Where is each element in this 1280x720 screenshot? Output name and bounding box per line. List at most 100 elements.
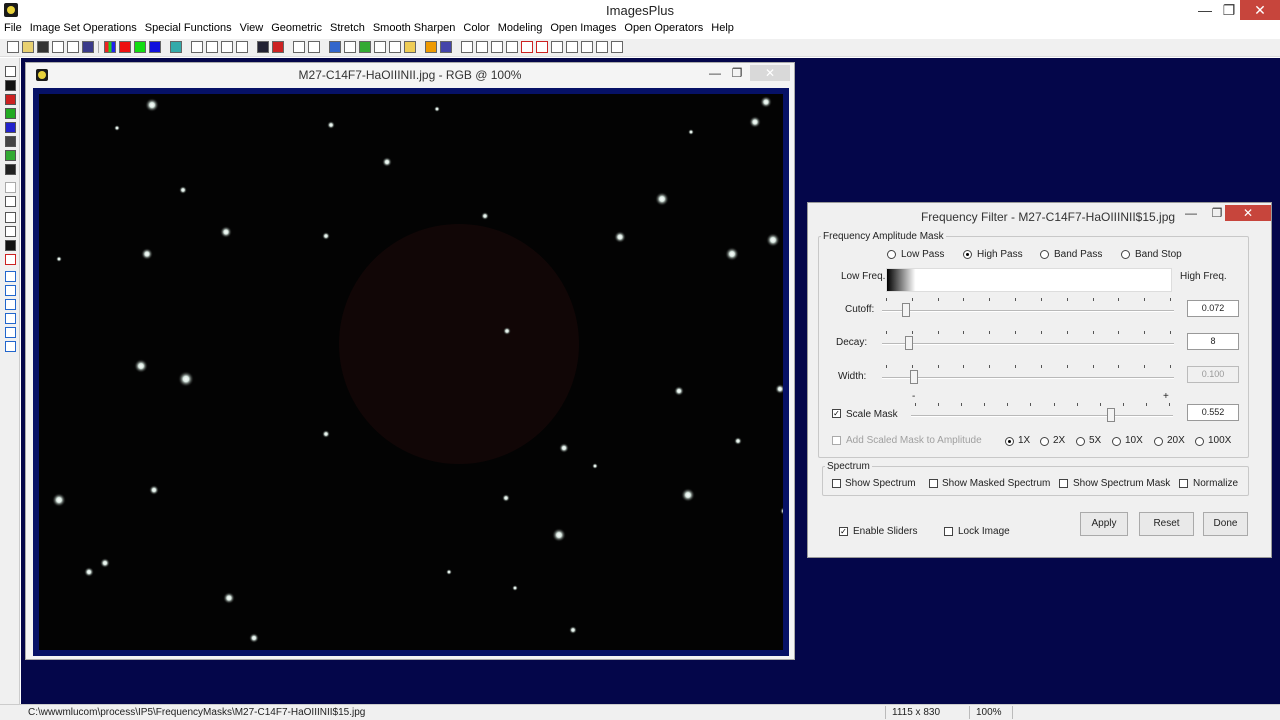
show-spectrum-mask-checkbox[interactable] <box>1059 479 1068 488</box>
zoom-out-icon[interactable] <box>476 41 488 53</box>
menu-modeling[interactable]: Modeling <box>494 21 547 38</box>
close-all-icon[interactable] <box>67 41 79 53</box>
zoom-plus-icon[interactable] <box>521 41 533 53</box>
tool-icon-11[interactable] <box>5 212 16 223</box>
window-2-icon[interactable] <box>566 41 578 53</box>
band-pass-radio[interactable] <box>1040 250 1049 259</box>
band-stop-radio[interactable] <box>1121 250 1130 259</box>
scale-mask-slider-thumb[interactable] <box>1106 408 1115 422</box>
point-icon[interactable] <box>257 41 269 53</box>
redo-icon[interactable] <box>206 41 218 53</box>
high-pass-radio[interactable] <box>963 250 972 259</box>
menu-open-images[interactable]: Open Images <box>546 21 620 38</box>
close-icon[interactable]: ✕ <box>1225 205 1271 221</box>
right-arrow-icon[interactable] <box>5 299 16 310</box>
histogram-icon[interactable] <box>308 41 320 53</box>
close-icon[interactable]: ✕ <box>750 65 790 81</box>
tool-icon-5[interactable] <box>5 122 16 133</box>
apply-button[interactable]: Apply <box>1080 512 1128 536</box>
scale-mask-slider-track[interactable] <box>911 415 1173 417</box>
maximize-icon[interactable]: ❐ <box>726 65 748 81</box>
zoom-in-icon[interactable] <box>461 41 473 53</box>
open-folder-icon[interactable] <box>22 41 34 53</box>
menu-view[interactable]: View <box>236 21 268 38</box>
green-channel-icon[interactable] <box>134 41 146 53</box>
crosshair-icon[interactable] <box>374 41 386 53</box>
cutoff-slider-track[interactable] <box>882 310 1174 312</box>
show-masked-spectrum-checkbox[interactable] <box>929 479 938 488</box>
grid-icon[interactable] <box>170 41 182 53</box>
plus-icon[interactable] <box>359 41 371 53</box>
enable-sliders-checkbox[interactable]: ✓ <box>839 527 848 536</box>
tool-icon-13[interactable] <box>5 240 16 251</box>
multiplier-10x-radio[interactable] <box>1112 437 1121 446</box>
rgb-channels-icon[interactable] <box>104 41 116 53</box>
tool-icon-6[interactable] <box>5 136 16 147</box>
window-3-icon[interactable] <box>581 41 593 53</box>
new-file-icon[interactable] <box>7 41 19 53</box>
flip-icon[interactable] <box>5 341 16 352</box>
tool-icon-12[interactable] <box>5 226 16 237</box>
tool-icon-4[interactable] <box>5 108 16 119</box>
tool-icon-9[interactable] <box>5 182 16 193</box>
menu-special-functions[interactable]: Special Functions <box>141 21 236 38</box>
show-spectrum-checkbox[interactable] <box>832 479 841 488</box>
palette-icon[interactable] <box>440 41 452 53</box>
marker-icon[interactable] <box>272 41 284 53</box>
reset-button[interactable]: Reset <box>1139 512 1194 536</box>
normalize-checkbox[interactable] <box>1179 479 1188 488</box>
add-scaled-mask-checkbox[interactable] <box>832 436 841 445</box>
menu-smooth-sharpen[interactable]: Smooth Sharpen <box>369 21 460 38</box>
menu-image-set-operations[interactable]: Image Set Operations <box>26 21 141 38</box>
close-image-icon[interactable] <box>52 41 64 53</box>
image-window[interactable]: M27-C14F7-HaOIIINII.jpg - RGB @ 100% — ❐… <box>25 62 795 660</box>
tool-icon-8[interactable] <box>5 164 16 175</box>
close-icon[interactable]: ✕ <box>1240 0 1280 20</box>
menu-open-operators[interactable]: Open Operators <box>620 21 707 38</box>
decay-value-field[interactable]: 8 <box>1187 333 1239 350</box>
tool-icon-2[interactable] <box>5 80 16 91</box>
print-icon[interactable] <box>82 41 94 53</box>
scale-mask-value-field[interactable]: 0.552 <box>1187 404 1239 421</box>
blue-channel-icon[interactable] <box>149 41 161 53</box>
dotted-line-icon[interactable] <box>293 41 305 53</box>
scale-mask-checkbox[interactable]: ✓ <box>832 409 841 418</box>
menu-stretch[interactable]: Stretch <box>326 21 369 38</box>
gallery-icon[interactable] <box>404 41 416 53</box>
menu-geometric[interactable]: Geometric <box>267 21 326 38</box>
select-icon[interactable] <box>389 41 401 53</box>
window-4-icon[interactable] <box>596 41 608 53</box>
cutoff-value-field[interactable]: 0.072 <box>1187 300 1239 317</box>
done-button[interactable]: Done <box>1203 512 1248 536</box>
rotate-left-icon[interactable] <box>5 313 16 324</box>
brush-icon[interactable] <box>425 41 437 53</box>
window-icon[interactable] <box>551 41 563 53</box>
multiplier-5x-radio[interactable] <box>1076 437 1085 446</box>
menu-color[interactable]: Color <box>459 21 493 38</box>
star-field-image[interactable] <box>39 94 788 650</box>
multiplier-100x-radio[interactable] <box>1195 437 1204 446</box>
zoom-minus-icon[interactable] <box>536 41 548 53</box>
multiplier-2x-radio[interactable] <box>1040 437 1049 446</box>
levels-icon[interactable] <box>329 41 341 53</box>
menu-help[interactable]: Help <box>707 21 738 38</box>
multiplier-1x-radio[interactable] <box>1005 437 1014 446</box>
low-pass-radio[interactable] <box>887 250 896 259</box>
red-channel-icon[interactable] <box>119 41 131 53</box>
undo-all-icon[interactable] <box>221 41 233 53</box>
minimize-icon[interactable]: — <box>1180 205 1202 221</box>
zoom-actual-icon[interactable] <box>506 41 518 53</box>
decay-slider-thumb[interactable] <box>904 336 913 350</box>
move-icon[interactable] <box>5 271 16 282</box>
redo-all-icon[interactable] <box>236 41 248 53</box>
minimize-icon[interactable]: — <box>704 65 726 81</box>
width-slider-thumb[interactable] <box>910 370 919 384</box>
curves-icon[interactable] <box>344 41 356 53</box>
tool-icon-7[interactable] <box>5 150 16 161</box>
decay-slider-track[interactable] <box>882 343 1174 345</box>
menu-file[interactable]: File <box>0 21 26 38</box>
zoom-fit-icon[interactable] <box>491 41 503 53</box>
tool-icon-10[interactable] <box>5 196 16 207</box>
up-arrow-icon[interactable] <box>5 285 16 296</box>
undo-icon[interactable] <box>191 41 203 53</box>
